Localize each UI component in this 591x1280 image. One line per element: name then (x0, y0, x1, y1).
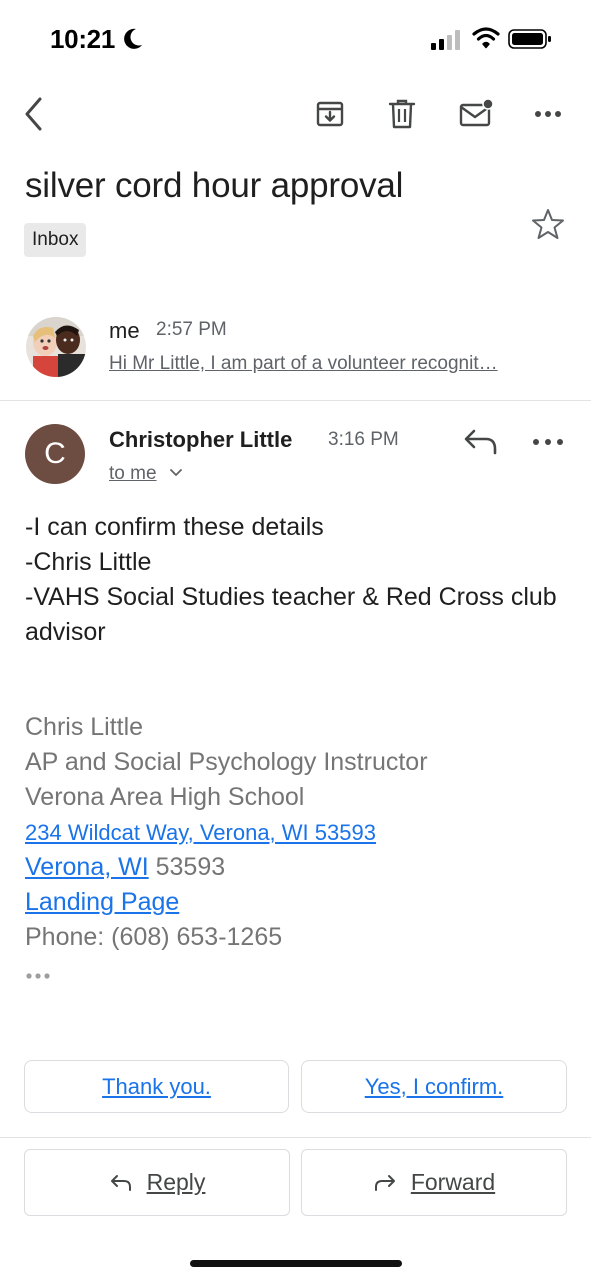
message-actions: Reply Forward (0, 1149, 591, 1217)
moon-icon (124, 28, 142, 49)
archive-icon (316, 101, 344, 127)
message-divider (0, 400, 591, 401)
more-options-button[interactable] (524, 86, 572, 142)
signature-title: AP and Social Psychology Instructor (25, 748, 428, 776)
signature-phone: Phone: (608) 653-1265 (25, 923, 283, 951)
landing-page-link[interactable]: Landing Page (25, 888, 179, 916)
battery-icon (508, 29, 551, 49)
signature-zip: 53593 (148, 853, 226, 881)
actions-divider (0, 1137, 591, 1138)
back-icon (25, 97, 42, 131)
address-link[interactable]: 234 Wildcat Way, Verona, WI 53593 (25, 820, 376, 845)
show-trimmed-content-icon[interactable] (25, 970, 55, 982)
message-time: 3:16 PM (328, 429, 399, 450)
recipient-details-toggle[interactable]: to me (109, 463, 157, 485)
wifi-icon (472, 27, 500, 49)
smart-reply-button[interactable]: Yes, I confirm. (301, 1060, 567, 1113)
email-subject: silver cord hour approval (25, 166, 404, 205)
body-line: -I can confirm these details (25, 513, 324, 541)
signal-icon (431, 30, 460, 50)
message-header: C Christopher Little 3:16 PM to me (0, 405, 591, 495)
city-link[interactable]: Verona, WI (25, 853, 149, 881)
forward-label: Forward (410, 1169, 496, 1195)
message-body: -I can confirm these details -Chris Litt… (25, 510, 570, 650)
collapsed-time: 2:57 PM (156, 319, 227, 340)
reply-icon (110, 1174, 131, 1191)
reply-button[interactable]: Reply (24, 1149, 290, 1216)
smart-reply-button[interactable]: Thank you. (24, 1060, 289, 1113)
chevron-down-icon[interactable] (169, 468, 183, 478)
signature-name: Chris Little (25, 713, 144, 741)
collapsed-snippet: Hi Mr Little, I am part of a volunteer r… (109, 353, 498, 374)
forward-button[interactable]: Forward (301, 1149, 567, 1216)
status-time: 10:21 (50, 24, 115, 54)
reply-icon[interactable] (462, 427, 500, 457)
home-indicator[interactable] (190, 1260, 402, 1267)
delete-button[interactable] (378, 86, 426, 142)
body-line: -VAHS Social Studies teacher & Red Cross… (25, 583, 564, 646)
delete-icon (388, 99, 416, 129)
star-icon[interactable] (531, 208, 565, 240)
avatar (26, 317, 86, 377)
archive-button[interactable] (306, 86, 354, 142)
email-toolbar (0, 86, 591, 142)
sender-avatar: C (25, 424, 85, 484)
collapsed-message[interactable]: me 2:57 PM Hi Mr Little, I am part of a … (0, 300, 591, 400)
signature-school: Verona Area High School (25, 783, 305, 811)
message-more-icon[interactable] (528, 431, 568, 453)
mark-unread-button[interactable] (452, 86, 500, 142)
body-line: -Chris Little (25, 548, 152, 576)
back-button[interactable] (10, 86, 58, 142)
sender-name: Christopher Little (109, 427, 293, 452)
email-signature: Chris Little AP and Social Psychology In… (25, 710, 570, 955)
more-icon (535, 111, 561, 117)
reply-label: Reply (146, 1169, 206, 1195)
status-bar: 10:21 (0, 0, 591, 80)
forward-icon (374, 1174, 395, 1191)
collapsed-sender: me (109, 318, 140, 343)
label-chip-inbox[interactable]: Inbox (24, 223, 87, 257)
smart-replies: Thank you. Yes, I confirm. (0, 1060, 591, 1114)
mark-unread-icon (459, 99, 494, 127)
